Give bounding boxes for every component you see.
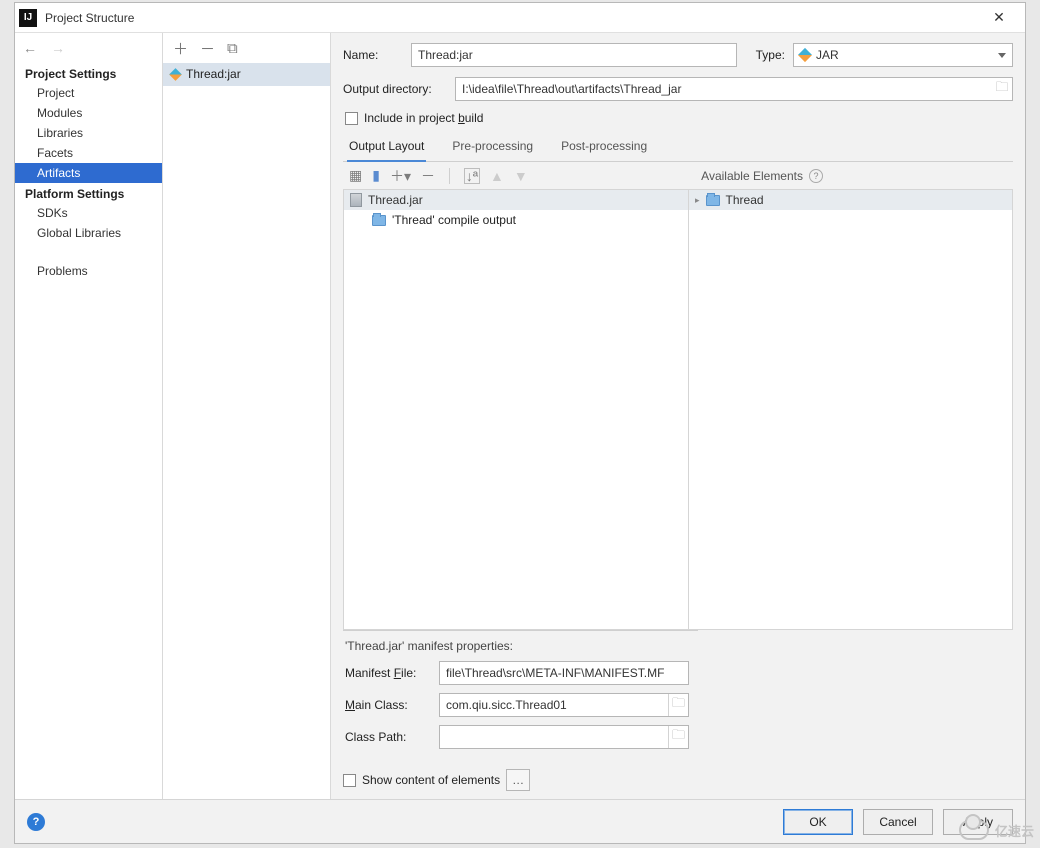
browse-folder-icon[interactable]: 🗀 <box>992 78 1012 100</box>
back-icon[interactable]: ← <box>23 40 37 56</box>
classpath-field[interactable]: 🗀 <box>439 725 689 749</box>
browse-cp-icon[interactable]: 🗀 <box>668 726 688 748</box>
tab-pre-processing[interactable]: Pre-processing <box>450 133 535 161</box>
output-dir-field[interactable]: 🗀 <box>455 77 1013 101</box>
main-class-input[interactable] <box>440 694 668 716</box>
artifact-editor: Name: Type: JAR Output directory: 🗀 In <box>331 33 1025 799</box>
output-dir-label: Output directory: <box>343 82 447 96</box>
artifact-tabs: Output Layout Pre-processing Post-proces… <box>343 133 1013 162</box>
sidebar-item-facets[interactable]: Facets <box>15 143 162 163</box>
include-in-build-row[interactable]: Include in project build <box>343 111 1013 125</box>
manifest-file-label: Manifest File: <box>345 666 431 680</box>
sidebar-item-libraries[interactable]: Libraries <box>15 123 162 143</box>
type-value: JAR <box>816 48 839 62</box>
output-tree-item[interactable]: 'Thread' compile output <box>344 210 688 230</box>
show-contents-more-button[interactable]: … <box>506 769 530 791</box>
artifact-icon <box>169 68 182 81</box>
sidebar-item-artifacts[interactable]: Artifacts <box>15 163 162 183</box>
artifact-item-label: Thread:jar <box>186 67 241 81</box>
artifact-item[interactable]: Thread:jar <box>163 63 330 86</box>
classpath-input[interactable] <box>440 726 668 748</box>
sidebar-nav-toolbar: ← → <box>15 33 162 63</box>
manifest-properties: 'Thread.jar' manifest properties: Manife… <box>343 630 698 761</box>
window-title: Project Structure <box>45 11 979 25</box>
sidebar-section-platform-settings: Platform Settings <box>15 183 162 203</box>
available-tree-root[interactable]: ▸ Thread <box>689 190 1012 210</box>
sidebar-item-global-libraries[interactable]: Global Libraries <box>15 223 162 243</box>
app-icon: IJ <box>19 9 37 27</box>
manifest-caption: 'Thread.jar' manifest properties: <box>345 639 696 653</box>
remove-item-icon[interactable]: － <box>421 166 435 186</box>
type-label: Type: <box>745 48 785 62</box>
available-elements-tree[interactable]: ▸ Thread <box>689 190 1012 629</box>
include-in-build-label: Include in project build <box>364 111 483 125</box>
artifact-list-toolbar: ＋ － ⧉ <box>163 33 330 63</box>
apply-button[interactable]: Apply <box>943 809 1013 835</box>
show-contents-checkbox[interactable] <box>343 774 356 787</box>
sidebar-item-project[interactable]: Project <box>15 83 162 103</box>
close-button[interactable]: ✕ <box>979 9 1019 26</box>
tab-output-layout[interactable]: Output Layout <box>347 133 426 161</box>
sidebar-item-modules[interactable]: Modules <box>15 103 162 123</box>
add-icon[interactable]: ＋ <box>173 38 188 59</box>
dialog-footer: ? OK Cancel Apply <box>15 799 1025 843</box>
tab-post-processing[interactable]: Post-processing <box>559 133 649 161</box>
move-up-icon[interactable]: ▲ <box>490 168 504 184</box>
sidebar-item-problems[interactable]: Problems <box>15 261 162 281</box>
help-button[interactable]: ? <box>27 813 45 831</box>
sidebar-item-sdks[interactable]: SDKs <box>15 203 162 223</box>
forward-icon: → <box>51 40 65 56</box>
cancel-button[interactable]: Cancel <box>863 809 933 835</box>
sidebar: ← → Project Settings Project Modules Lib… <box>15 33 163 799</box>
new-folder-icon[interactable]: ▦ <box>349 167 362 184</box>
browse-class-icon[interactable]: 🗀 <box>668 694 688 716</box>
main-class-label: Main Class: <box>345 698 431 712</box>
name-input[interactable] <box>411 43 737 67</box>
move-down-icon[interactable]: ▼ <box>514 168 528 184</box>
remove-icon[interactable]: － <box>200 38 215 59</box>
show-contents-label: Show content of elements <box>362 773 500 787</box>
sort-icon[interactable]: ↓ª <box>464 168 480 184</box>
help-available-icon[interactable]: ? <box>809 169 823 183</box>
separator <box>449 168 450 184</box>
type-select[interactable]: JAR <box>793 43 1013 67</box>
sidebar-section-project-settings: Project Settings <box>15 63 162 83</box>
output-dir-input[interactable] <box>456 78 992 100</box>
main-class-field[interactable]: 🗀 <box>439 693 689 717</box>
jar-type-icon <box>798 48 812 62</box>
artifact-list-panel: ＋ － ⧉ Thread:jar <box>163 33 331 799</box>
add-copy-icon[interactable]: ＋▾ <box>390 166 411 186</box>
show-contents-row: Show content of elements … <box>343 761 1013 799</box>
manifest-file-input[interactable] <box>440 662 688 684</box>
layout-toolbar: ▦ ▮ ＋▾ － ↓ª ▲ ▼ Available Elements ? <box>343 162 1013 190</box>
project-structure-dialog: IJ Project Structure ✕ ← → Project Setti… <box>14 2 1026 844</box>
ok-button[interactable]: OK <box>783 809 853 835</box>
copy-icon[interactable]: ⧉ <box>227 40 238 57</box>
available-elements-label: Available Elements <box>701 169 803 183</box>
titlebar: IJ Project Structure ✕ <box>15 3 1025 33</box>
new-item-icon[interactable]: ▮ <box>372 167 380 184</box>
archive-icon <box>350 193 362 207</box>
name-label: Name: <box>343 48 403 62</box>
module-icon <box>706 195 720 206</box>
include-in-build-checkbox[interactable] <box>345 112 358 125</box>
output-tree[interactable]: Thread.jar 'Thread' compile output <box>344 190 689 629</box>
classpath-label: Class Path: <box>345 730 431 744</box>
manifest-file-field[interactable] <box>439 661 689 685</box>
module-output-icon <box>372 215 386 226</box>
output-tree-root[interactable]: Thread.jar <box>344 190 688 210</box>
